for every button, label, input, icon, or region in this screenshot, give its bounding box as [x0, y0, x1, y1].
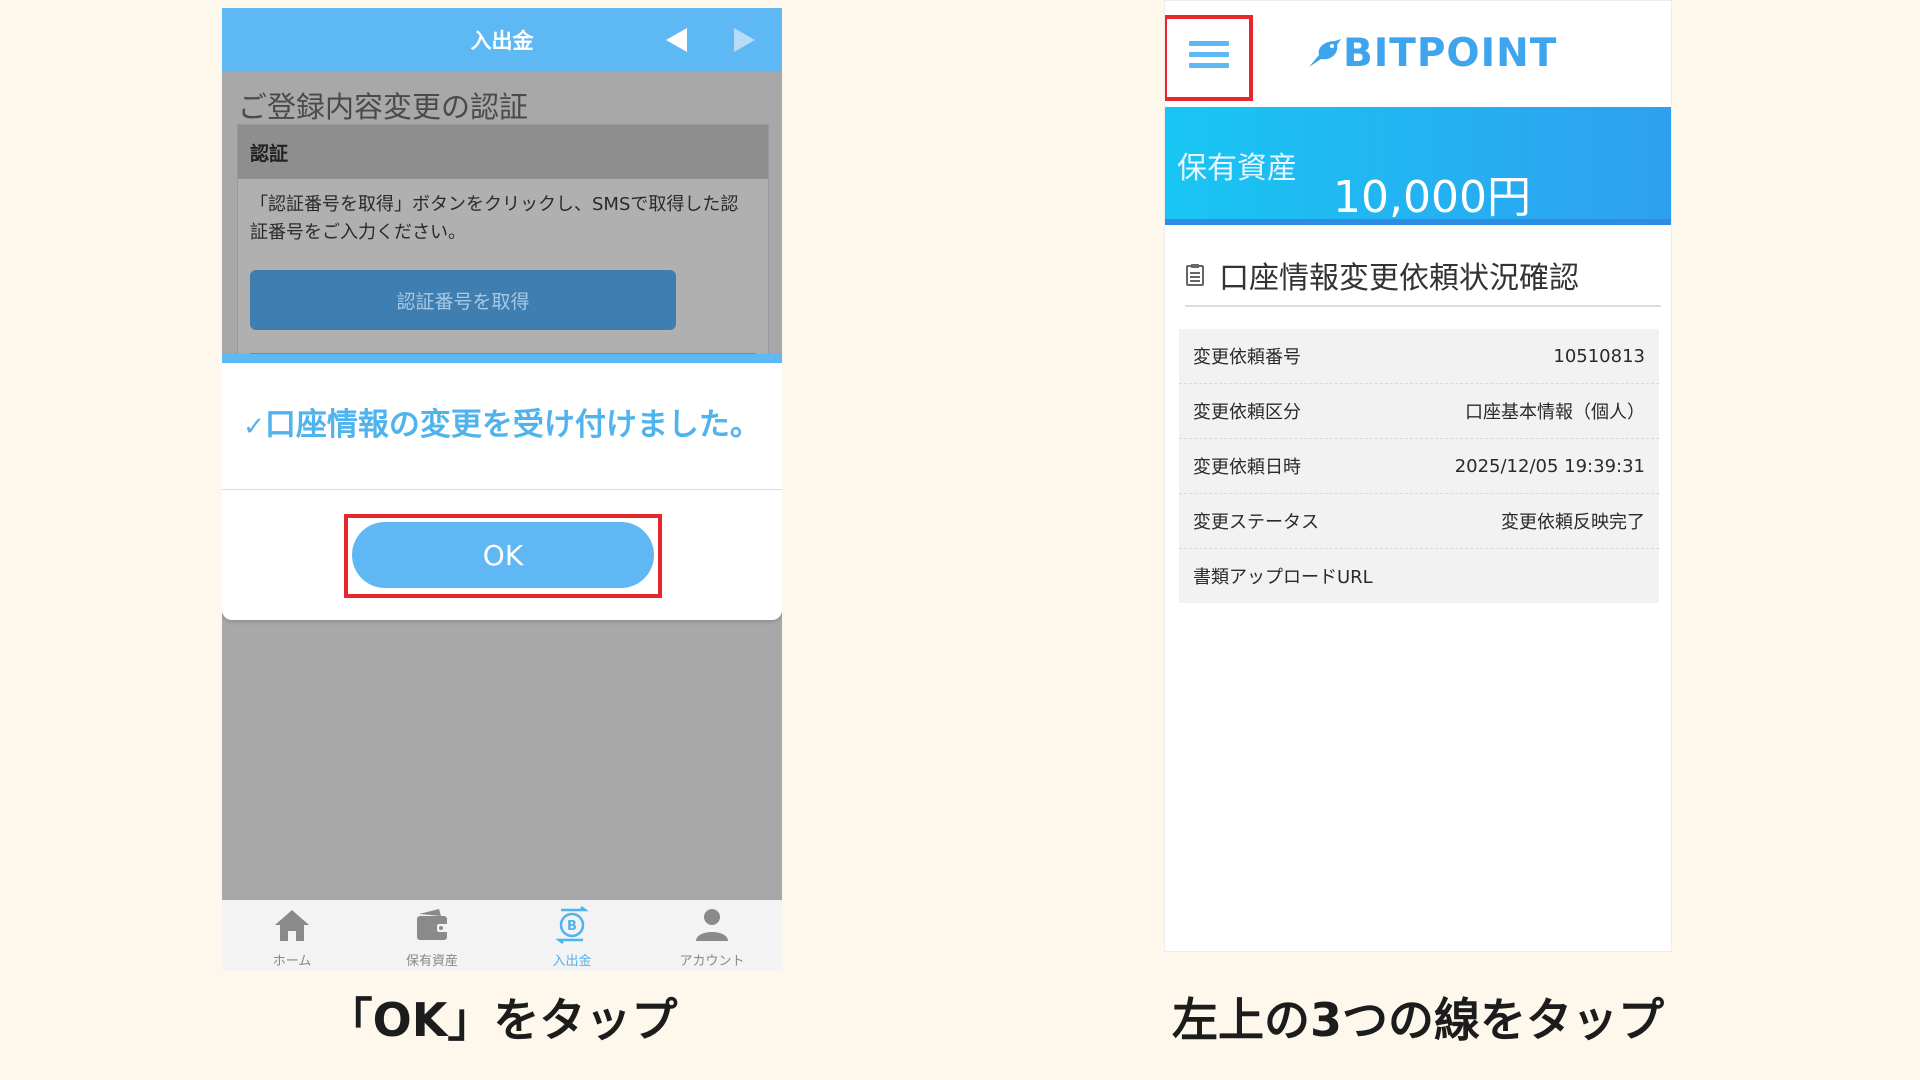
- next-arrow-icon[interactable]: [734, 28, 755, 52]
- asset-label: 保有資産: [1177, 151, 1297, 186]
- table-row: 変更ステータス 変更依頼反映完了: [1179, 494, 1659, 549]
- row-value: 10510813: [1553, 345, 1645, 367]
- header-title: 入出金: [470, 29, 534, 53]
- row-label: 変更依頼番号: [1193, 347, 1301, 368]
- tab-label: 入出金: [552, 954, 592, 969]
- table-row: 変更依頼番号 10510813: [1179, 329, 1659, 384]
- asset-banner: 保有資産 10,000円: [1165, 107, 1671, 225]
- bitpoint-logo: BITPOINT: [1305, 31, 1557, 76]
- row-label: 変更ステータス: [1193, 512, 1319, 533]
- right-phone-screen: BITPOINT 保有資産 10,000円 口座情報変更依頼状況確認 変更依頼番…: [1164, 0, 1672, 952]
- tab-label: ホーム: [272, 954, 312, 969]
- left-caption: 「OK」をタップ: [326, 993, 678, 1047]
- clipboard-icon: [1186, 264, 1204, 286]
- tab-label: アカウント: [679, 954, 745, 969]
- row-label: 変更依頼区分: [1193, 402, 1301, 423]
- row-label: 書類アップロードURL: [1193, 567, 1373, 588]
- registration-title: ご登録内容変更の認証: [238, 90, 529, 124]
- left-phone-screen: 入出金 ご登録内容変更の認証 認証 「認証番号を取得」ボタンをクリックし、SMS…: [222, 8, 782, 971]
- hamburger-menu-icon[interactable]: [1189, 41, 1229, 74]
- table-row: 書類アップロードURL: [1179, 549, 1659, 603]
- dialog-message: ✓口座情報の変更を受け付けました。: [222, 363, 782, 490]
- row-value: 2025/12/05 19:39:31: [1454, 455, 1645, 477]
- right-caption: 左上の3つの線をタップ: [1171, 993, 1664, 1047]
- row-value: 変更依頼反映完了: [1501, 512, 1645, 533]
- ok-button[interactable]: OK: [352, 522, 654, 588]
- tab-assets[interactable]: 保有資産: [362, 900, 502, 971]
- section-title-text: 口座情報変更依頼状況確認: [1219, 261, 1579, 296]
- confirmation-dialog: ✓口座情報の変更を受け付けました。 OK: [222, 354, 782, 620]
- asset-value: 10,000円: [1333, 172, 1531, 223]
- auth-description: 「認証番号を取得」ボタンをクリックし、SMSで取得した認証番号をご入力ください。: [250, 194, 739, 243]
- app-header: BITPOINT: [1165, 1, 1671, 107]
- bottom-tab-bar: ホーム 保有資産 B 入出金 アカウント: [222, 900, 782, 971]
- section-title: 口座情報変更依頼状況確認: [1185, 245, 1661, 307]
- auth-header: 認証: [238, 125, 768, 179]
- tab-deposit-withdraw[interactable]: B 入出金: [502, 900, 642, 971]
- bird-logo-icon: [1309, 38, 1341, 67]
- table-row: 変更依頼区分 口座基本情報（個人）: [1179, 384, 1659, 439]
- svg-text:B: B: [567, 919, 577, 934]
- tab-home[interactable]: ホーム: [222, 900, 362, 971]
- row-value: 口座基本情報（個人）: [1465, 402, 1645, 423]
- tab-account[interactable]: アカウント: [642, 900, 782, 971]
- home-icon: [275, 910, 309, 941]
- wallet-icon: [417, 909, 449, 940]
- app-header: 入出金: [222, 8, 782, 72]
- row-label: 変更依頼日時: [1193, 457, 1301, 478]
- user-icon: [696, 909, 728, 941]
- logo-text: BITPOINT: [1343, 31, 1558, 76]
- bitcoin-transfer-icon: B: [555, 906, 589, 944]
- prev-arrow-icon[interactable]: [666, 28, 687, 52]
- dialog-message-text: 口座情報の変更を受け付けました。: [264, 407, 761, 443]
- auth-panel: 認証 「認証番号を取得」ボタンをクリックし、SMSで取得した認証番号をご入力くだ…: [237, 124, 769, 366]
- tab-label: 保有資産: [405, 954, 458, 969]
- table-row: 変更依頼日時 2025/12/05 19:39:31: [1179, 439, 1659, 494]
- dialog-topbar: [222, 354, 782, 363]
- get-code-button[interactable]: 認証番号を取得: [250, 270, 676, 330]
- check-icon: ✓: [243, 412, 265, 442]
- info-table: 変更依頼番号 10510813 変更依頼区分 口座基本情報（個人） 変更依頼日時…: [1179, 329, 1659, 603]
